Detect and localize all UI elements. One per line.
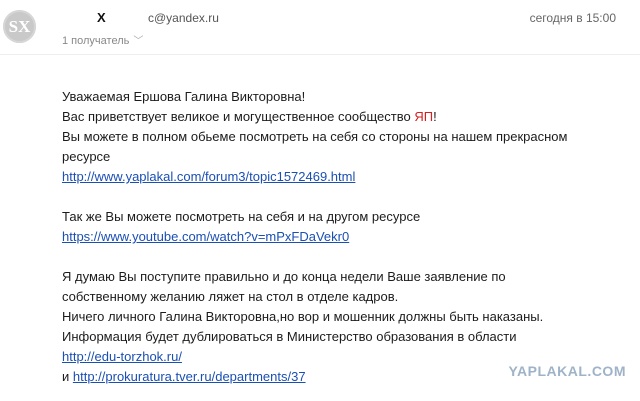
- body-line: Я думаю Вы поступите правильно и до конц…: [62, 269, 506, 284]
- forum-link[interactable]: http://www.yaplakal.com/forum3/topic1572…: [62, 169, 355, 184]
- sender-email[interactable]: c@yandex.ru: [148, 11, 219, 25]
- body-line: Так же Вы можете посмотреть на себя и на…: [62, 209, 421, 224]
- sender-name[interactable]: X: [97, 10, 106, 25]
- body-text: Вас приветствует великое и могущественно…: [62, 109, 415, 124]
- message-body: Уважаемая Ершова Галина Викторовна! Вас …: [62, 87, 622, 387]
- recipients-toggle[interactable]: 1 получатель ﹀: [62, 32, 143, 47]
- body-text: и: [62, 369, 73, 384]
- body-line: Ничего личного Галина Викторовна,но вор …: [62, 309, 544, 324]
- body-line: собственному желанию ляжет на стол в отд…: [62, 289, 399, 304]
- community-name: ЯП: [414, 109, 434, 124]
- recipients-label: 1 получатель: [62, 35, 130, 47]
- body-line: ресурсе: [62, 149, 111, 164]
- youtube-link[interactable]: https://www.youtube.com/watch?v=mPxFDaVe…: [62, 229, 349, 244]
- body-text: !: [433, 109, 437, 124]
- message-time: сегодня в 15:00: [529, 11, 616, 25]
- body-line: Информация будет дублироваться в Министе…: [62, 329, 517, 344]
- greeting-line: Уважаемая Ершова Галина Викторовна!: [62, 89, 306, 104]
- watermark: YAPLAKAL.COM: [508, 363, 626, 379]
- body-line: Вас приветствует великое и могущественно…: [62, 107, 622, 127]
- header-divider: [0, 54, 640, 55]
- body-line: Вы можете в полном обьеме посмотреть на …: [62, 129, 568, 144]
- avatar: SX: [3, 10, 36, 43]
- prokuratura-link[interactable]: http://prokuratura.tver.ru/departments/3…: [73, 369, 306, 384]
- chevron-down-icon: ﹀: [133, 36, 144, 47]
- edu-link[interactable]: http://edu-torzhok.ru/: [62, 349, 182, 364]
